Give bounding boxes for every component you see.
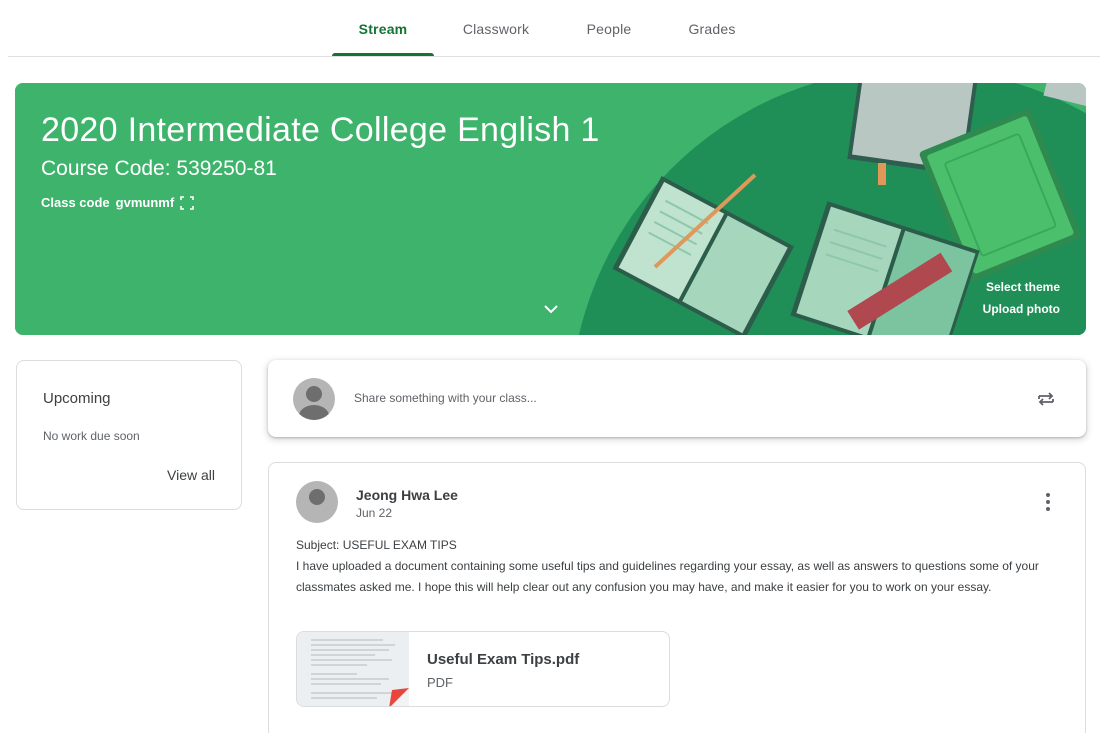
avatar-head — [309, 489, 325, 505]
class-code-label: Class code — [41, 195, 110, 210]
tab-label: Grades — [688, 20, 736, 37]
class-code-value: gvmunmf — [115, 195, 175, 210]
class-title: 2020 Intermediate College English 1 — [41, 111, 600, 149]
avatar — [293, 378, 335, 420]
tab-classwork[interactable]: Classwork — [446, 0, 546, 57]
avatar — [296, 481, 338, 523]
class-code-row: Class code gvmunmf — [41, 195, 194, 210]
upcoming-heading: Upcoming — [43, 390, 111, 407]
post-subject: Subject: USEFUL EXAM TIPS — [296, 538, 457, 552]
post-author: Jeong Hwa Lee — [356, 487, 458, 503]
tab-people[interactable]: People — [570, 0, 648, 57]
fullscreen-icon[interactable] — [180, 195, 194, 210]
chevron-down-icon[interactable] — [539, 299, 563, 319]
top-tab-bar: Stream Classwork People Grades — [0, 0, 1100, 57]
share-box[interactable]: Share something with your class... — [268, 360, 1086, 437]
class-banner: 2020 Intermediate College English 1 Cour… — [15, 83, 1086, 335]
tab-label: Classwork — [462, 20, 530, 37]
share-input[interactable]: Share something with your class... — [354, 391, 537, 405]
attachment-thumbnail — [297, 632, 409, 706]
avatar-head — [306, 386, 322, 402]
tab-label: Stream — [358, 20, 408, 37]
select-theme-link[interactable]: Select theme — [986, 280, 1060, 294]
attachment-type: PDF — [427, 675, 453, 690]
tab-label: People — [586, 20, 632, 37]
tab-grades[interactable]: Grades — [672, 0, 752, 57]
upload-photo-link[interactable]: Upload photo — [983, 302, 1060, 316]
upcoming-empty-text: No work due soon — [43, 429, 140, 443]
announcement-post: Jeong Hwa Lee Jun 22 Subject: USEFUL EXA… — [268, 462, 1086, 733]
upcoming-card: Upcoming No work due soon View all — [16, 360, 242, 510]
tab-bar-divider — [8, 56, 1100, 57]
tab-stream[interactable]: Stream — [332, 0, 434, 57]
course-code: Course Code: 539250-81 — [41, 157, 277, 180]
repost-icon[interactable] — [1034, 387, 1058, 411]
post-date: Jun 22 — [356, 506, 393, 520]
attachment-name: Useful Exam Tips.pdf — [427, 651, 580, 668]
post-body: Subject: USEFUL EXAM TIPS I have uploade… — [296, 535, 1066, 598]
attachment-card[interactable]: Useful Exam Tips.pdf PDF — [296, 631, 670, 707]
more-vert-icon[interactable] — [1039, 491, 1057, 513]
view-all-link[interactable]: View all — [167, 467, 215, 483]
avatar-body — [299, 405, 329, 420]
post-text: I have uploaded a document containing so… — [296, 559, 1039, 594]
